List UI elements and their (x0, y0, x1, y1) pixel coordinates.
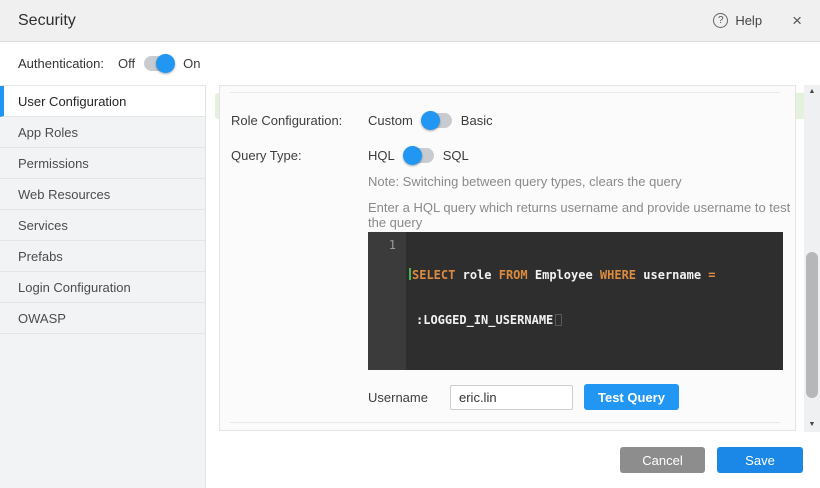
query-type-label: Query Type: (231, 148, 368, 163)
help-icon[interactable]: ? (713, 13, 728, 28)
code-line-1: SELECT role FROM Employee WHERE username… (409, 268, 778, 283)
scroll-down-arrow-icon[interactable]: ▼ (804, 418, 820, 432)
sidebar-item-app-roles[interactable]: App Roles (0, 117, 205, 148)
sidebar-item-owasp[interactable]: OWASP (0, 303, 205, 334)
query-type-switch[interactable] (404, 148, 434, 163)
editor-code-area[interactable]: SELECT role FROM Employee WHERE username… (406, 232, 783, 370)
editor-line-number: 1 (389, 238, 396, 252)
sidebar-item-user-configuration[interactable]: User Configuration (0, 86, 205, 117)
query-code-editor[interactable]: 1 SELECT role FROM Employee WHERE userna… (368, 232, 783, 370)
security-dialog: Security ? Help × Authentication: Off On… (0, 0, 820, 488)
editor-gutter: 1 (368, 232, 406, 370)
sidebar-item-permissions[interactable]: Permissions (0, 148, 205, 179)
role-configuration-label: Role Configuration: (231, 113, 368, 128)
section-divider-top (230, 92, 780, 93)
sidebar-item-prefabs[interactable]: Prefabs (0, 241, 205, 272)
username-label: Username (368, 390, 450, 405)
query-instruction: Enter a HQL query which returns username… (368, 200, 795, 230)
query-note: Note: Switching between query types, cle… (368, 174, 682, 189)
test-query-button[interactable]: Test Query (584, 384, 679, 410)
close-icon[interactable]: × (792, 12, 802, 29)
sidebar-item-login-configuration[interactable]: Login Configuration (0, 272, 205, 303)
section-divider-bottom (230, 422, 780, 423)
save-button[interactable]: Save (717, 447, 803, 473)
code-line-1-tokens: SELECT role FROM Employee WHERE username… (412, 268, 716, 282)
query-option-sql: SQL (443, 148, 469, 163)
cancel-button[interactable]: Cancel (620, 447, 705, 473)
role-configuration-row: Role Configuration: Custom Basic (231, 113, 493, 128)
role-configuration-switch[interactable] (422, 113, 452, 128)
page-title: Security (18, 12, 76, 30)
sidebar-item-web-resources[interactable]: Web Resources (0, 179, 205, 210)
switch-knob (421, 111, 440, 130)
role-option-custom: Custom (368, 113, 413, 128)
username-input[interactable] (450, 385, 573, 410)
authentication-label: Authentication: (18, 56, 104, 71)
user-configuration-panel: Role Configuration: Custom Basic Query T… (219, 85, 796, 431)
authentication-off-label: Off (118, 56, 135, 71)
authentication-toggle-group: Authentication: Off On (18, 42, 200, 85)
sidebar: User Configuration App Roles Permissions… (0, 85, 206, 488)
dialog-header: Security ? Help × (0, 0, 820, 42)
username-row: Username Test Query (368, 384, 679, 410)
help-link[interactable]: Help (735, 13, 762, 28)
code-line-2-tokens: :LOGGED_IN_USERNAME (416, 313, 553, 327)
toolbar-row: Authentication: Off On ✓ Tested query su… (0, 42, 820, 85)
editor-caret (409, 268, 411, 280)
scrollbar-thumb[interactable] (806, 252, 818, 398)
authentication-on-label: On (183, 56, 200, 71)
scroll-up-arrow-icon[interactable]: ▲ (804, 85, 820, 99)
content-scrollbar[interactable]: ▲ ▼ (804, 85, 820, 432)
code-line-2: :LOGGED_IN_USERNAME (416, 313, 778, 328)
switch-knob (403, 146, 422, 165)
switch-knob (156, 54, 175, 73)
editor-end-cursor (555, 314, 562, 326)
role-option-basic: Basic (461, 113, 493, 128)
authentication-switch[interactable] (144, 56, 174, 71)
query-type-row: Query Type: HQL SQL (231, 148, 469, 163)
sidebar-item-services[interactable]: Services (0, 210, 205, 241)
query-option-hql: HQL (368, 148, 395, 163)
